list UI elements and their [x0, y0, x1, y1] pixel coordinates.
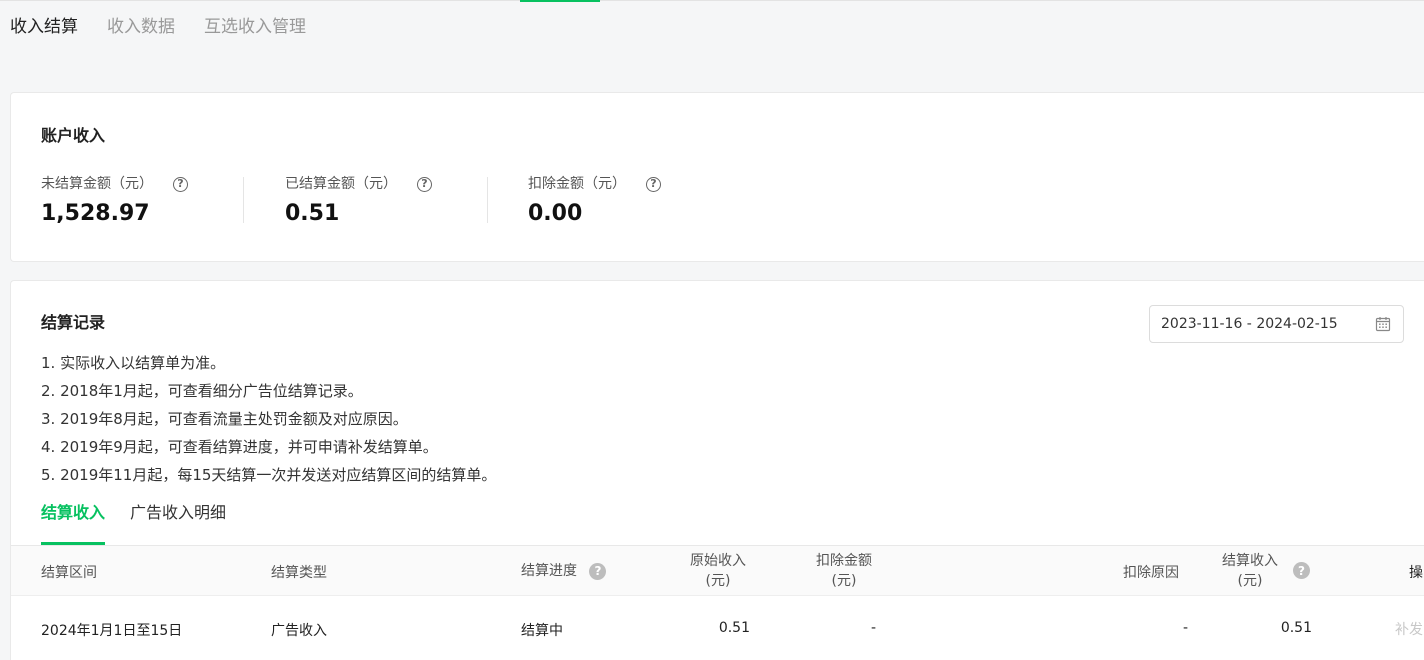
- col-header-original-income-label: 原始收入: [690, 553, 746, 569]
- tab-income-settlement[interactable]: 收入结算: [10, 14, 78, 40]
- reissue-link[interactable]: 补发: [1395, 619, 1423, 639]
- deducted-amount-value: 0.00: [528, 201, 583, 226]
- note-item: 3. 2019年8月起，可查看流量主处罚金额及对应原因。: [41, 410, 408, 428]
- col-header-settled-income-label: 结算收入: [1222, 553, 1278, 569]
- page-tabs: 收入结算 收入数据 互选收入管理: [10, 14, 306, 40]
- date-range-picker[interactable]: 2023-11-16 - 2024-02-15: [1149, 305, 1404, 343]
- settlement-notes: 1. 实际收入以结算单为准。 2. 2018年1月起，可查看细分广告位结算记录。…: [41, 349, 496, 489]
- tab-mutual-selection-income[interactable]: 互选收入管理: [204, 14, 306, 40]
- calendar-icon: [1375, 317, 1391, 332]
- unsettled-amount-metric: 未结算金额（元） ? 1,528.97: [41, 173, 188, 226]
- deducted-amount-label: 扣除金额（元）: [528, 176, 626, 192]
- records-tabs: 结算收入 广告收入明细: [41, 501, 226, 545]
- col-header-deduct-reason: 扣除原因: [1123, 565, 1179, 581]
- col-header-deduct-amount-unit: (元): [831, 573, 857, 589]
- cell-deduct-reason: -: [1182, 620, 1188, 636]
- col-header-operation: 操: [1409, 565, 1423, 581]
- note-item: 1. 实际收入以结算单为准。: [41, 354, 226, 372]
- deducted-amount-metric: 扣除金额（元） ? 0.00: [528, 173, 661, 226]
- top-border: [0, 0, 1424, 1]
- col-header-progress: 结算进度 ?: [521, 560, 607, 580]
- unsettled-amount-label: 未结算金额（元）: [41, 176, 153, 192]
- settlement-records-card: 结算记录 2023-11-16 - 2024-02-15 1. 实际收入以结算单…: [10, 280, 1424, 660]
- cell-deduct-amount: -: [870, 620, 876, 636]
- col-header-original-income: 原始收入 (元): [681, 551, 755, 591]
- question-icon[interactable]: ?: [589, 562, 607, 580]
- cell-period: 2024年1月1日至15日: [41, 623, 183, 639]
- header-divider: [11, 595, 1424, 596]
- col-header-settled-income: 结算收入 (元): [1213, 551, 1287, 591]
- settled-amount-metric: 已结算金额（元） ? 0.51: [285, 173, 432, 226]
- cell-progress: 结算中: [521, 623, 563, 639]
- col-header-type: 结算类型: [271, 565, 327, 581]
- settled-amount-label: 已结算金额（元）: [285, 176, 397, 192]
- cell-type: 广告收入: [271, 623, 327, 639]
- col-header-period: 结算区间: [41, 565, 97, 581]
- col-header-deduct-amount-label: 扣除金额: [816, 553, 872, 569]
- metric-divider: [243, 177, 244, 223]
- tab-settlement-income[interactable]: 结算收入: [41, 501, 106, 545]
- tab-income-data[interactable]: 收入数据: [107, 14, 175, 40]
- tab-ad-income-detail[interactable]: 广告收入明细: [130, 501, 226, 545]
- account-income-title: 账户收入: [41, 126, 106, 145]
- cell-settled-income: 0.51: [1280, 620, 1312, 636]
- question-icon[interactable]: ?: [646, 176, 661, 192]
- unsettled-amount-value: 1,528.97: [41, 201, 150, 226]
- active-nav-indicator: [520, 0, 600, 2]
- question-icon[interactable]: ?: [173, 176, 188, 192]
- question-icon[interactable]: ?: [417, 176, 432, 192]
- settlement-records-title: 结算记录: [41, 313, 106, 332]
- settled-amount-value: 0.51: [285, 201, 340, 226]
- account-income-card: 账户收入 未结算金额（元） ? 1,528.97 已结算金额（元） ? 0.51…: [10, 92, 1424, 262]
- note-item: 2. 2018年1月起，可查看细分广告位结算记录。: [41, 382, 363, 400]
- note-item: 4. 2019年9月起，可查看结算进度，并可申请补发结算单。: [41, 438, 438, 456]
- col-header-deduct-amount: 扣除金额 (元): [807, 551, 881, 591]
- col-header-settled-income-unit: (元): [1237, 573, 1263, 589]
- question-icon[interactable]: ?: [1293, 562, 1310, 579]
- note-item: 5. 2019年11月起，每15天结算一次并发送对应结算区间的结算单。: [41, 466, 497, 484]
- col-header-original-income-unit: (元): [705, 573, 731, 589]
- cell-original-income: 0.51: [718, 620, 750, 636]
- metric-divider: [487, 177, 488, 223]
- date-range-value: 2023-11-16 - 2024-02-15: [1161, 316, 1338, 332]
- col-header-progress-label: 结算进度: [521, 563, 577, 579]
